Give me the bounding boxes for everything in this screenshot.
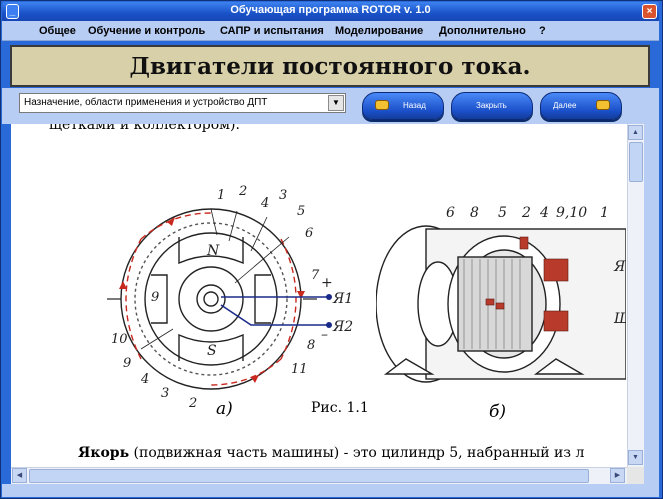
sublabel-b: б) bbox=[489, 402, 507, 422]
side-label-ya: Я bbox=[613, 259, 626, 275]
scroll-right-icon[interactable]: ▶ bbox=[610, 468, 625, 483]
next-button[interactable]: Далее bbox=[540, 92, 622, 120]
title-bar[interactable]: _ Обучающая программа ROTOR v. 1.0 × bbox=[2, 2, 659, 21]
label-num-10: 10 bbox=[111, 332, 128, 347]
next-label: Далее bbox=[553, 101, 577, 110]
page-header: Двигатели постоянного тока. bbox=[10, 45, 650, 87]
figure-caption: Рис. 1.1 bbox=[311, 400, 369, 416]
label-num-1: 1 bbox=[217, 188, 225, 203]
menu-bar: Общее Обучение и контроль САПР и испытан… bbox=[2, 21, 659, 41]
hand-right-icon bbox=[596, 100, 610, 110]
terminal-label-ya1: Я1 bbox=[332, 291, 353, 307]
right-frame-strip bbox=[644, 124, 659, 484]
menu-learning-control[interactable]: Обучение и контроль bbox=[88, 25, 205, 37]
close-page-button[interactable]: Закрыть bbox=[451, 92, 533, 120]
figure-cutaway: 6 8 5 2 4 9,10 1 Я Ш bbox=[376, 205, 626, 383]
flux-path-right bbox=[280, 238, 297, 360]
chevron-down-icon[interactable]: ▼ bbox=[328, 95, 344, 111]
armature-circle bbox=[178, 266, 244, 332]
paragraph-text: (подвижная часть машины) - это цилиндр 5… bbox=[129, 445, 585, 461]
pole-label-n: N bbox=[206, 243, 220, 259]
brush-top bbox=[519, 236, 529, 250]
content-area[interactable]: щётками и коллектором). 1 2 3 4 5 6 7 8 … bbox=[11, 124, 627, 467]
terminal-ya1-dot bbox=[326, 294, 332, 300]
horizontal-scrollbar[interactable]: ◀ ▶ bbox=[11, 467, 627, 484]
cut-label-1: 1 bbox=[600, 205, 609, 221]
pole-piece-bottom bbox=[543, 310, 569, 332]
label-num-8: 8 bbox=[307, 338, 315, 353]
pole-piece-top bbox=[543, 258, 569, 282]
back-button[interactable]: Назад bbox=[362, 92, 444, 120]
flux-arrow-2 bbox=[119, 281, 127, 289]
menu-general[interactable]: Общее bbox=[39, 25, 76, 37]
cut-text-line: щётками и коллектором). bbox=[49, 124, 240, 133]
back-label: Назад bbox=[403, 101, 426, 110]
menu-help[interactable]: ? bbox=[539, 25, 546, 37]
frame-outer-circle bbox=[120, 208, 302, 390]
armature-slots bbox=[457, 256, 533, 352]
cut-label-2: 2 bbox=[521, 205, 531, 221]
paragraph-bold-term: Якорь bbox=[78, 445, 130, 461]
scroll-down-icon[interactable]: ▼ bbox=[628, 450, 643, 465]
hand-left-icon bbox=[375, 100, 389, 110]
label-num-2-bottom: 2 bbox=[188, 396, 197, 411]
flux-path-left bbox=[125, 238, 142, 360]
close-label: Закрыть bbox=[476, 101, 507, 110]
label-num-2: 2 bbox=[238, 184, 247, 199]
terminal-label-ya2: Я2 bbox=[332, 319, 353, 335]
bottom-frame-strip bbox=[2, 484, 659, 497]
cut-label-8: 8 bbox=[470, 205, 479, 221]
cut-label-9-10: 9,10 bbox=[556, 205, 587, 221]
toolbar: Назначение, области применения и устройс… bbox=[2, 88, 659, 124]
vertical-scrollbar[interactable]: ▲ ▼ bbox=[627, 124, 644, 467]
label-num-7: 7 bbox=[311, 268, 320, 283]
aux-pole-right bbox=[254, 274, 271, 324]
scroll-left-icon[interactable]: ◀ bbox=[12, 468, 27, 483]
label-num-4-bottom: 4 bbox=[140, 372, 149, 387]
sign-plus: + bbox=[321, 275, 333, 291]
menu-modeling[interactable]: Моделирование bbox=[335, 25, 423, 37]
page-title: Двигатели постоянного тока. bbox=[129, 53, 531, 80]
cut-label-6: 6 bbox=[446, 205, 455, 221]
label-num-5: 5 bbox=[297, 204, 305, 219]
shaft-circle bbox=[203, 291, 219, 307]
figure-cross-section: 1 2 3 4 5 6 7 8 9 10 11 4 3 2 9 N S Я1 Я… bbox=[107, 184, 353, 411]
cut-label-5: 5 bbox=[498, 205, 507, 221]
label-num-3-bottom: 3 bbox=[161, 386, 169, 401]
cut-label-4: 4 bbox=[539, 205, 549, 221]
topic-select-value: Назначение, области применения и устройс… bbox=[24, 97, 268, 108]
vertical-scroll-thumb[interactable] bbox=[629, 142, 643, 182]
leader-1 bbox=[210, 208, 218, 236]
close-window-button[interactable]: × bbox=[642, 4, 657, 19]
coil-mark-1 bbox=[485, 298, 495, 306]
label-num-9: 9 bbox=[123, 356, 131, 371]
coil-mark-2 bbox=[495, 302, 505, 310]
leader-9 bbox=[140, 328, 174, 350]
paragraph-armature: Якорь (подвижная часть машины) - это цил… bbox=[78, 445, 627, 461]
window-title: Обучающая программа ROTOR v. 1.0 bbox=[230, 4, 431, 16]
menu-cad-testing[interactable]: САПР и испытания bbox=[220, 25, 324, 37]
commutator-circle bbox=[196, 284, 226, 314]
horizontal-scroll-thumb[interactable] bbox=[29, 469, 589, 483]
sign-minus: – bbox=[321, 327, 328, 343]
sublabel-a: а) bbox=[216, 399, 233, 419]
flux-path-top-left bbox=[140, 212, 212, 240]
label-num-3: 3 bbox=[279, 188, 287, 203]
scroll-up-icon[interactable]: ▲ bbox=[628, 125, 643, 140]
label-num-4: 4 bbox=[260, 196, 269, 211]
scroll-corner bbox=[627, 467, 644, 484]
label-num-9-inner: 9 bbox=[151, 290, 159, 305]
menu-additional[interactable]: Дополнительно bbox=[439, 25, 526, 37]
flux-path-bottom-right bbox=[210, 358, 282, 386]
side-label-sh: Ш bbox=[613, 311, 626, 327]
label-num-11: 11 bbox=[291, 362, 308, 377]
label-num-6: 6 bbox=[305, 226, 313, 241]
pole-label-s: S bbox=[207, 343, 217, 359]
topic-select[interactable]: Назначение, области применения и устройс… bbox=[19, 93, 346, 113]
